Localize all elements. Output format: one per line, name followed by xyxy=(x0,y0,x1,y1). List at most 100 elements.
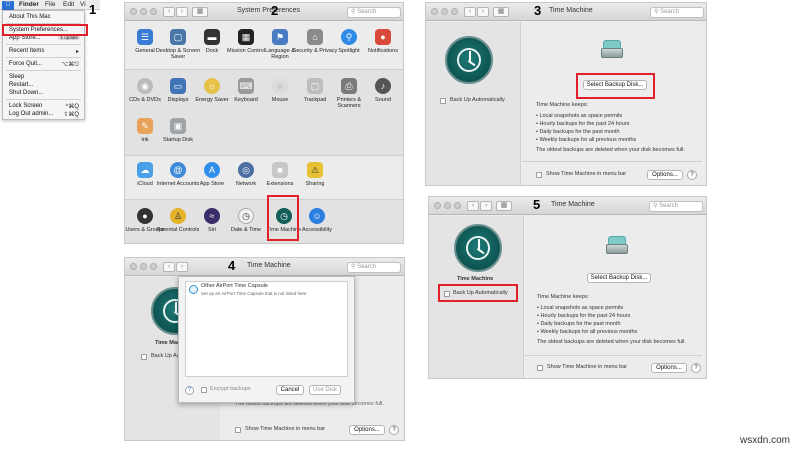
zoom-button[interactable] xyxy=(150,8,157,15)
puzzle-icon: ■ xyxy=(272,162,288,178)
mouse-icon: ○ xyxy=(272,78,288,94)
back-button[interactable]: ‹ xyxy=(163,262,175,272)
bullet-line: • Daily backups for the past month xyxy=(536,129,620,135)
window-title: Time Machine xyxy=(247,262,291,269)
minimize-button[interactable] xyxy=(441,8,448,15)
disk-icon xyxy=(606,236,628,256)
show-menu-label: Show Time Machine in menu bar xyxy=(546,171,627,177)
menubar-view[interactable]: Vi xyxy=(80,1,86,8)
menu-shortcut: ⇧⌘Q xyxy=(63,112,79,118)
zoom-button[interactable] xyxy=(150,263,157,270)
highlight-box xyxy=(438,284,518,302)
menu-item-shut-down[interactable]: Shut Down... xyxy=(9,90,43,96)
menu-item-about[interactable]: About This Mac xyxy=(9,14,51,20)
search-field[interactable]: ⚲ Search xyxy=(650,7,704,18)
highlight-box xyxy=(576,73,655,99)
disk-selection-sheet: Other AirPort Time Capsule Set up an Air… xyxy=(178,276,355,403)
step-number: 1 xyxy=(89,2,97,17)
back-up-auto-checkbox[interactable] xyxy=(141,354,147,360)
trackpad-icon: ▢ xyxy=(307,78,323,94)
cancel-button[interactable]: Cancel xyxy=(276,385,304,395)
search-field[interactable]: ⚲ Search xyxy=(649,201,703,212)
menu-separator xyxy=(6,70,81,71)
show-menu-checkbox[interactable] xyxy=(537,365,543,371)
show-menu-checkbox[interactable] xyxy=(235,427,241,433)
menu-item-force-quit[interactable]: Force Quit... xyxy=(9,61,42,67)
menu-item-log-out[interactable]: Log Out admin... xyxy=(9,111,53,117)
help-icon[interactable]: ? xyxy=(389,425,399,435)
app-store-icon: A xyxy=(204,162,220,178)
show-all-button[interactable]: ▦ xyxy=(493,7,509,17)
search-field[interactable]: ⚲ Search xyxy=(347,7,401,18)
options-button[interactable]: Options... xyxy=(647,170,683,180)
forward-button[interactable]: › xyxy=(176,262,188,272)
menu-separator xyxy=(6,99,81,100)
menu-item-restart[interactable]: Restart... xyxy=(9,82,33,88)
disk-item-subtitle: Set up an AirPort Time Capsule that is n… xyxy=(201,291,307,296)
submenu-arrow-icon: ▸ xyxy=(75,49,79,55)
use-disk-button[interactable]: Use Disk xyxy=(309,385,341,395)
menu-separator xyxy=(6,57,81,58)
display-icon: ▭ xyxy=(170,78,186,94)
menu-item-lock-screen[interactable]: Lock Screen xyxy=(9,103,42,109)
minimize-button[interactable] xyxy=(140,263,147,270)
magnifier-icon: ⚲ xyxy=(341,29,357,45)
forward-button[interactable]: › xyxy=(480,201,492,211)
show-all-button[interactable]: ▦ xyxy=(496,201,512,211)
speaker-icon: ♪ xyxy=(375,78,391,94)
select-backup-disk-button[interactable]: Select Backup Disk... xyxy=(587,273,651,283)
back-button[interactable]: ‹ xyxy=(464,7,476,17)
show-menu-label: Show Time Machine in menu bar xyxy=(245,426,326,432)
disc-icon: ◉ xyxy=(137,78,153,94)
bullet-line: • Weekly backups for all previous months xyxy=(536,137,637,143)
menubar-edit[interactable]: Edit xyxy=(63,1,74,8)
startup-disk-icon: ▣ xyxy=(170,118,186,134)
house-icon: ⌂ xyxy=(307,29,323,45)
back-up-auto-checkbox[interactable] xyxy=(440,98,446,104)
keeps-label: Time Machine keeps: xyxy=(537,294,590,300)
close-button[interactable] xyxy=(130,263,137,270)
show-all-button[interactable]: ▦ xyxy=(192,7,208,17)
help-icon[interactable]: ? xyxy=(691,363,701,373)
menu-shortcut: ⌥⌘⎋ xyxy=(61,62,79,68)
step-number: 2 xyxy=(271,3,279,18)
options-button[interactable]: Options... xyxy=(349,425,385,435)
apple-icon[interactable]:  xyxy=(2,1,14,10)
show-menu-checkbox[interactable] xyxy=(536,172,542,178)
help-button[interactable]: ? xyxy=(185,386,194,395)
zoom-button[interactable] xyxy=(451,8,458,15)
bullet-line: • Hourly backups for the past 24 hours xyxy=(536,121,630,127)
pref-startup-disk[interactable]: ▣ Startup Disk xyxy=(155,118,201,143)
pref-notifications[interactable]: ● Notifications xyxy=(360,29,403,54)
close-button[interactable] xyxy=(431,8,438,15)
forward-button[interactable]: › xyxy=(176,7,188,17)
minimize-button[interactable] xyxy=(140,8,147,15)
help-icon[interactable]: ? xyxy=(687,170,697,180)
encrypt-checkbox[interactable] xyxy=(201,387,207,393)
menu-item-sleep[interactable]: Sleep xyxy=(9,74,24,80)
oldest-note: The oldest backups are deleted when your… xyxy=(537,339,686,345)
search-placeholder: Search xyxy=(660,9,680,15)
minimize-button[interactable] xyxy=(444,202,451,209)
pref-sound[interactable]: ♪ Sound xyxy=(360,78,403,103)
menubar-file[interactable]: File xyxy=(45,1,55,8)
disk-icon xyxy=(601,40,623,60)
menubar-finder[interactable]: Finder xyxy=(19,1,39,8)
menu-item-recent-items[interactable]: Recent Items xyxy=(9,48,44,54)
clock-icon: ◷ xyxy=(238,208,254,224)
search-field[interactable]: ⚲ Search xyxy=(347,262,401,273)
close-button[interactable] xyxy=(130,8,137,15)
search-placeholder: Search xyxy=(357,264,377,270)
general-icon: ☰ xyxy=(137,29,153,45)
pref-sharing[interactable]: ⚠ Sharing xyxy=(292,162,338,187)
close-button[interactable] xyxy=(434,202,441,209)
zoom-button[interactable] xyxy=(454,202,461,209)
search-placeholder: Search xyxy=(659,203,679,209)
pref-accessibility[interactable]: ☺ Accessibility xyxy=(294,208,340,233)
bullet-line: • Daily backups for the past month xyxy=(537,321,621,327)
back-button[interactable]: ‹ xyxy=(467,201,479,211)
forward-button[interactable]: › xyxy=(477,7,489,17)
accessibility-icon: ☺ xyxy=(309,208,325,224)
options-button[interactable]: Options... xyxy=(651,363,687,373)
back-button[interactable]: ‹ xyxy=(163,7,175,17)
